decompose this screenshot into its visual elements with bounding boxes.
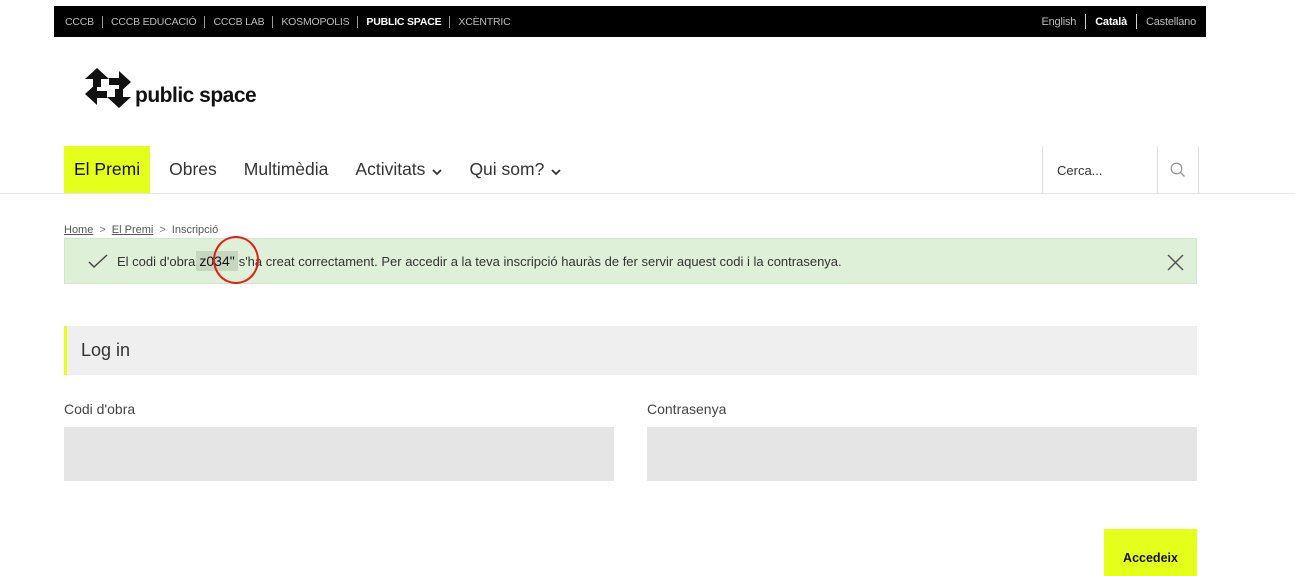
nav-item-el-premi[interactable]: El Premi <box>64 146 151 193</box>
close-icon[interactable] <box>1164 251 1186 273</box>
nav-item-activitats[interactable]: Activitats <box>345 146 452 193</box>
search-button[interactable] <box>1157 146 1198 193</box>
lang-castellano[interactable]: Castellano <box>1146 16 1196 28</box>
site-link-cccb-educacio[interactable]: CCCB EDUCACIÓ <box>111 16 197 28</box>
code-label: Codi d'obra <box>64 401 136 417</box>
success-alert: El codi d'obra z034" s'ha creat correctame… <box>64 238 1197 284</box>
nav-item-label: Obres <box>169 159 217 179</box>
breadcrumb-current: Inscripció <box>171 224 219 236</box>
breadcrumb-home[interactable]: Home <box>64 224 93 236</box>
arrows-logo-icon <box>85 68 131 108</box>
language-switcher: English Català Castellano <box>1042 14 1207 29</box>
lang-english[interactable]: English <box>1042 16 1077 28</box>
nav-item-label: El Premi <box>74 159 141 179</box>
password-label: Contrasenya <box>647 401 727 417</box>
divider <box>204 15 206 28</box>
search-box <box>1042 146 1199 193</box>
site-link-cccb[interactable]: CCCB <box>65 16 94 28</box>
nav-item-label: Activitats <box>355 159 426 179</box>
site-links: CCCB CCCB EDUCACIÓ CCCB LAB KOSMOPOLIS P… <box>54 15 511 28</box>
login-heading: Log in <box>64 326 1197 375</box>
lang-catala[interactable]: Català <box>1095 16 1127 28</box>
divider <box>357 15 359 28</box>
nav-item-label: Qui som? <box>469 159 545 179</box>
password-field[interactable] <box>647 427 1197 481</box>
divider <box>1136 14 1138 29</box>
breadcrumb-el-premi[interactable]: El Premi <box>112 224 154 236</box>
divider <box>101 15 103 28</box>
alert-code: z034" <box>196 251 238 271</box>
login-title: Log in <box>81 340 131 360</box>
breadcrumb-separator: > <box>99 224 106 236</box>
chevron-down-icon <box>432 168 443 175</box>
search-input[interactable] <box>1043 148 1157 193</box>
site-link-kosmopolis[interactable]: KOSMOPOLIS <box>281 16 349 28</box>
site-link-public-space[interactable]: PUBLIC SPACE <box>366 16 441 28</box>
alert-text-before: El codi d'obra <box>117 253 196 269</box>
divider <box>449 15 451 28</box>
divider <box>1085 14 1087 29</box>
breadcrumb-separator: > <box>159 224 166 236</box>
alert-text-after: s'ha creat correctament. Per accedir a l… <box>238 253 842 269</box>
nav-item-label: Multimèdia <box>243 159 329 179</box>
code-field[interactable] <box>64 427 614 481</box>
nav-item-multimedia[interactable]: Multimèdia <box>234 146 339 193</box>
top-bar: CCCB CCCB EDUCACIÓ CCCB LAB KOSMOPOLIS P… <box>54 6 1206 37</box>
nav-item-obres[interactable]: Obres <box>159 146 227 193</box>
divider <box>272 15 274 28</box>
chevron-down-icon <box>551 168 561 175</box>
site-link-xcentric[interactable]: XCÈNTRIC <box>458 16 510 28</box>
site-logo[interactable]: public space <box>85 68 257 108</box>
breadcrumb: Home > El Premi > Inscripció <box>64 224 218 236</box>
submit-button[interactable]: Accedeix <box>1104 529 1197 576</box>
check-icon <box>88 253 108 269</box>
search-icon <box>1170 162 1185 177</box>
nav-item-qui-som[interactable]: Qui som? <box>459 146 571 193</box>
site-link-cccb-lab[interactable]: CCCB LAB <box>213 16 264 28</box>
logo-text: public space <box>135 84 257 107</box>
main-nav: El Premi Obres Multimèdia Activitats Qui… <box>0 146 1295 194</box>
